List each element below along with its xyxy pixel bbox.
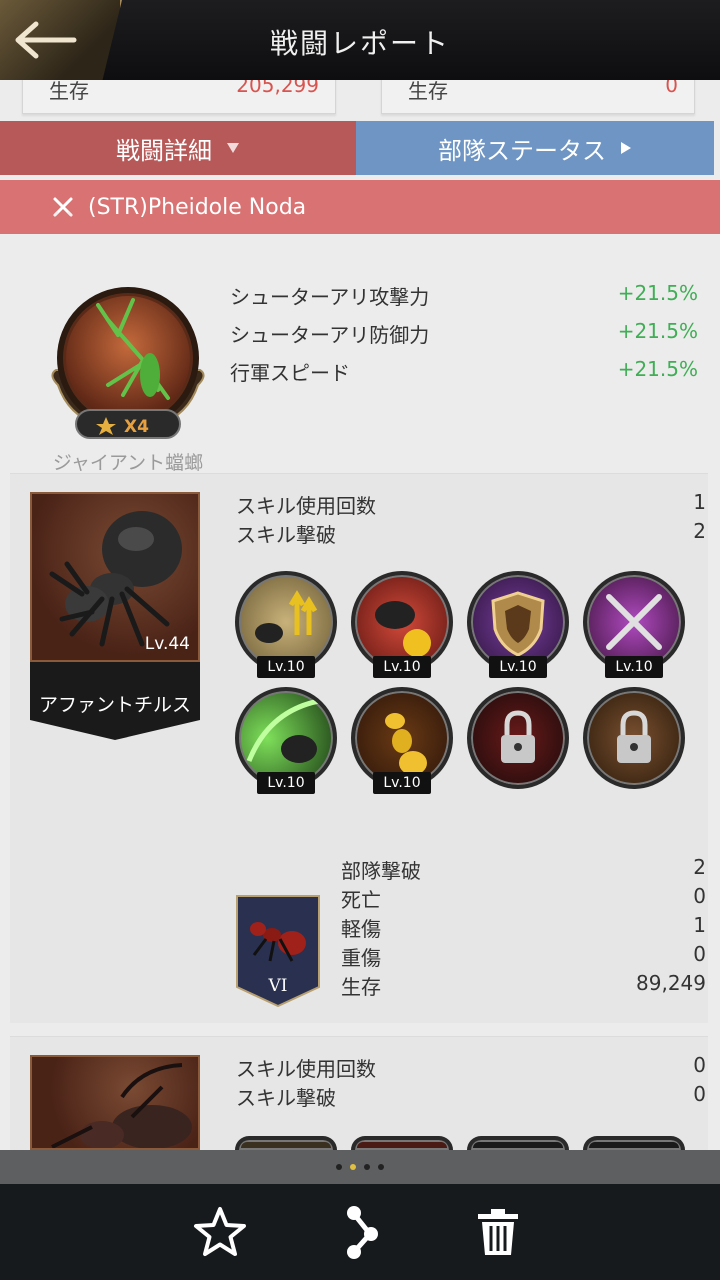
skill-art — [246, 698, 320, 763]
favorite-button[interactable] — [188, 1202, 252, 1262]
buff-row: 行軍スピード +21.5% — [230, 357, 698, 386]
stat-value: 2 — [693, 855, 706, 879]
stat-label: 部隊撃破 — [341, 859, 421, 883]
tab-battle-detail-label: 戦闘詳細 — [116, 136, 212, 165]
locked-skill-icon[interactable] — [583, 687, 685, 789]
buff-value: +21.5% — [617, 281, 698, 305]
troop-stat-row: 死亡 0 — [341, 884, 706, 913]
stat-label: スキル使用回数 — [236, 1057, 376, 1081]
stat-label: スキル撃破 — [236, 523, 336, 547]
skill-icon-partial[interactable] — [467, 1136, 569, 1150]
troop-stat-row: 部隊撃破 2 — [341, 855, 706, 884]
skill-art — [491, 591, 545, 657]
lock-icon — [617, 710, 651, 763]
troop-stat-row: 軽傷 1 — [341, 913, 706, 942]
stat-value: 0 — [693, 884, 706, 908]
buff-row: シューターアリ防御力 +21.5% — [230, 319, 698, 348]
skill-level: Lv.10 — [605, 656, 663, 678]
tab-troop-status[interactable]: 部隊ステータス — [356, 121, 714, 175]
stat-label: 生存 — [341, 975, 381, 999]
buff-label: シューターアリ防御力 — [230, 323, 430, 347]
troop-stat-row: 重傷 0 — [341, 942, 706, 971]
stat-label: 軽傷 — [341, 917, 381, 941]
unit-portrait[interactable]: Lv.44 — [30, 492, 200, 662]
hero-name: ジャイアント蟷螂 — [52, 452, 204, 474]
buff-row: シューターアリ攻撃力 +21.5% — [230, 281, 698, 310]
delete-button[interactable] — [466, 1202, 530, 1262]
lock-icon — [501, 710, 535, 763]
star-icon — [194, 1207, 246, 1256]
unit-portrait[interactable] — [30, 1055, 200, 1150]
share-icon — [347, 1206, 378, 1259]
hero-star-count: X4 — [124, 417, 149, 437]
skill-level: Lv.10 — [489, 656, 547, 678]
brown-ant-icon — [51, 1063, 192, 1148]
trash-icon — [478, 1209, 518, 1255]
hero-portrait[interactable]: X4 — [48, 280, 208, 440]
share-button[interactable] — [328, 1202, 392, 1262]
stat-value: 0 — [693, 942, 706, 966]
page-indicator — [0, 1150, 720, 1184]
skill-art — [255, 590, 318, 643]
stat-label: スキル撃破 — [236, 1086, 336, 1110]
stat-value: 1 — [693, 913, 706, 937]
player-name: (STR)Pheidole Noda — [88, 194, 307, 220]
skill-kill-row: スキル撃破 0 — [236, 1082, 706, 1111]
skill-icon-partial[interactable] — [235, 1136, 337, 1150]
tab-troop-status-label: 部隊ステータス — [438, 136, 606, 165]
page-dot[interactable] — [378, 1164, 384, 1170]
skill-level: Lv.10 — [257, 772, 315, 794]
unit-name: アファントチルス — [38, 694, 191, 716]
triangle-down-icon — [227, 143, 239, 153]
skill-kill-row: スキル撃破 2 — [236, 519, 706, 548]
buff-value: +21.5% — [617, 357, 698, 381]
crossed-swords-icon — [53, 197, 73, 217]
skill-use-count-row: スキル使用回数 0 — [236, 1053, 706, 1082]
stat-label: 重傷 — [341, 946, 381, 970]
page-dot-active[interactable] — [350, 1164, 356, 1170]
buff-label: 行軍スピード — [230, 361, 350, 385]
skill-art — [375, 601, 431, 657]
skill-level: Lv.10 — [373, 772, 431, 794]
page-dot[interactable] — [336, 1164, 342, 1170]
page-title: 戦闘レポート — [269, 27, 450, 60]
skill-icon-partial[interactable] — [351, 1136, 453, 1150]
stat-value: 0 — [693, 1053, 706, 1077]
skill-art — [385, 713, 427, 775]
unit-level: Lv.44 — [144, 634, 190, 654]
buff-label: シューターアリ攻撃力 — [230, 285, 430, 309]
locked-skill-icon[interactable] — [467, 687, 569, 789]
stat-value: 0 — [693, 1082, 706, 1106]
skill-art — [606, 594, 662, 650]
page-dot[interactable] — [364, 1164, 370, 1170]
skill-icon-partial[interactable] — [583, 1136, 685, 1150]
troop-stat-row: 生存 89,249 — [341, 971, 706, 1000]
stat-value: 2 — [693, 519, 706, 543]
skill-use-count-row: スキル使用回数 1 — [236, 490, 706, 519]
skill-level: Lv.10 — [257, 656, 315, 678]
player-bar: (STR)Pheidole Noda — [0, 180, 720, 234]
skill-level: Lv.10 — [373, 656, 431, 678]
header-bar: 戦闘レポート — [0, 0, 720, 80]
bottom-toolbar — [0, 1184, 720, 1280]
troop-tier: VI — [268, 976, 288, 996]
stat-label: スキル使用回数 — [236, 494, 376, 518]
stat-label: 死亡 — [341, 888, 381, 912]
tab-battle-detail[interactable]: 戦闘詳細 — [0, 121, 356, 175]
triangle-right-icon — [621, 142, 631, 154]
buff-value: +21.5% — [617, 319, 698, 343]
stat-value: 1 — [693, 490, 706, 514]
stat-value: 89,249 — [636, 971, 706, 995]
